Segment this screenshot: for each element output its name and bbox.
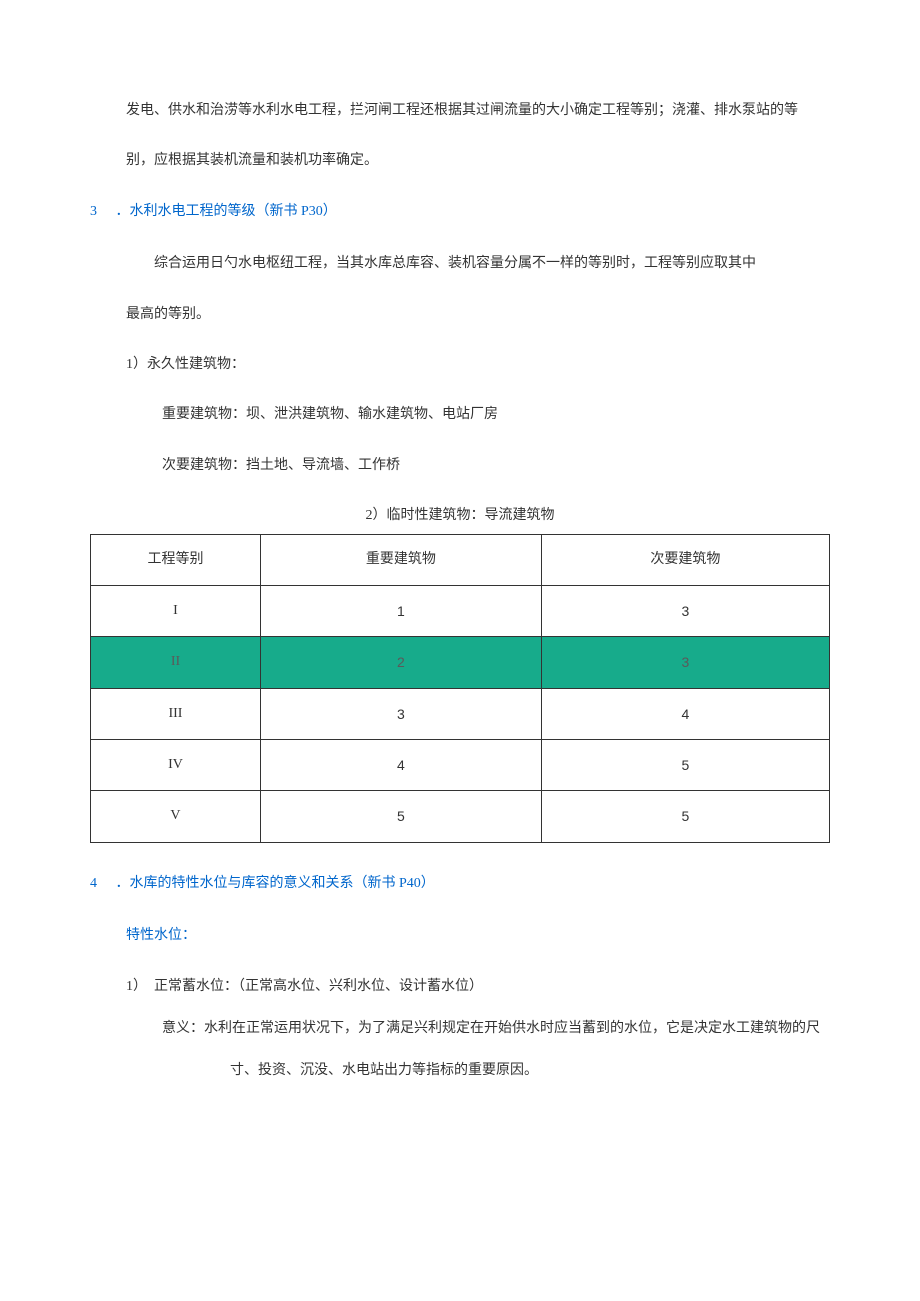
section-3-item-1-minor: 次要建筑物：挡土地、导流墙、工作桥 <box>162 455 830 477</box>
table-row: V55 <box>91 791 830 842</box>
table-row: III34 <box>91 688 830 739</box>
table-row: I13 <box>91 585 830 636</box>
table-title: 2）临时性建筑物：导流建筑物 <box>90 505 830 527</box>
table-header-level: 工程等别 <box>91 534 261 585</box>
section-4-item-1-meaning: 意义：水利在正常运用状况下，为了满足兴利规定在开始供水时应当蓄到的水位，它是决定… <box>162 1018 830 1040</box>
section-4-title: ．水库的特性水位与库容的意义和关系（新书 P40） <box>116 876 435 891</box>
section-3-paragraph-1: 综合运用日勺水电枢纽工程，当其水库总库容、装机容量分属不一样的等别时，工程等别应… <box>126 253 830 275</box>
table-row: II23 <box>91 637 830 688</box>
top-paragraph-line2: 别，应根据其装机流量和装机功率确定。 <box>126 150 830 172</box>
table-cell-major: 5 <box>260 791 541 842</box>
table-row: IV45 <box>91 740 830 791</box>
table-cell-minor: 4 <box>541 688 829 739</box>
table-cell-minor: 5 <box>541 791 829 842</box>
table-cell-major: 3 <box>260 688 541 739</box>
top-paragraph-line1: 发电、供水和治涝等水利水电工程，拦河闸工程还根据其过闸流量的大小确定工程等别；浇… <box>126 100 830 122</box>
table-cell-major: 1 <box>260 585 541 636</box>
table-cell-major: 2 <box>260 637 541 688</box>
grade-table: 工程等别 重要建筑物 次要建筑物 I13II23III34IV45V55 <box>90 534 830 843</box>
table-cell-level: V <box>91 791 261 842</box>
table-cell-minor: 3 <box>541 585 829 636</box>
section-3-item-1-label: 1）永久性建筑物： <box>126 354 830 376</box>
table-header-major: 重要建筑物 <box>260 534 541 585</box>
table-cell-level: IV <box>91 740 261 791</box>
section-4-heading: 4 ．水库的特性水位与库容的意义和关系（新书 P40） <box>90 873 830 895</box>
table-header-row: 工程等别 重要建筑物 次要建筑物 <box>91 534 830 585</box>
section-4-sublabel: 特性水位： <box>126 925 830 947</box>
section-4-item-1-meaning-cont: 寸、投资、沉没、水电站出力等指标的重要原因。 <box>230 1060 830 1082</box>
section-3-item-1-major: 重要建筑物：坝、泄洪建筑物、输水建筑物、电站厂房 <box>162 404 830 426</box>
table-header-minor: 次要建筑物 <box>541 534 829 585</box>
table-cell-minor: 3 <box>541 637 829 688</box>
section-3-heading: 3 ．水利水电工程的等级（新书 P30） <box>90 201 830 223</box>
table-cell-major: 4 <box>260 740 541 791</box>
section-4-item-1-label: 1） 正常蓄水位：（正常高水位、兴利水位、设计蓄水位） <box>126 976 830 998</box>
table-cell-level: III <box>91 688 261 739</box>
table-cell-minor: 5 <box>541 740 829 791</box>
section-3-number: 3 <box>90 201 112 223</box>
table-cell-level: II <box>91 637 261 688</box>
section-4-number: 4 <box>90 873 112 895</box>
section-3-title: ．水利水电工程的等级（新书 P30） <box>116 204 337 219</box>
table-cell-level: I <box>91 585 261 636</box>
section-3-paragraph-1b: 最高的等别。 <box>126 304 830 326</box>
